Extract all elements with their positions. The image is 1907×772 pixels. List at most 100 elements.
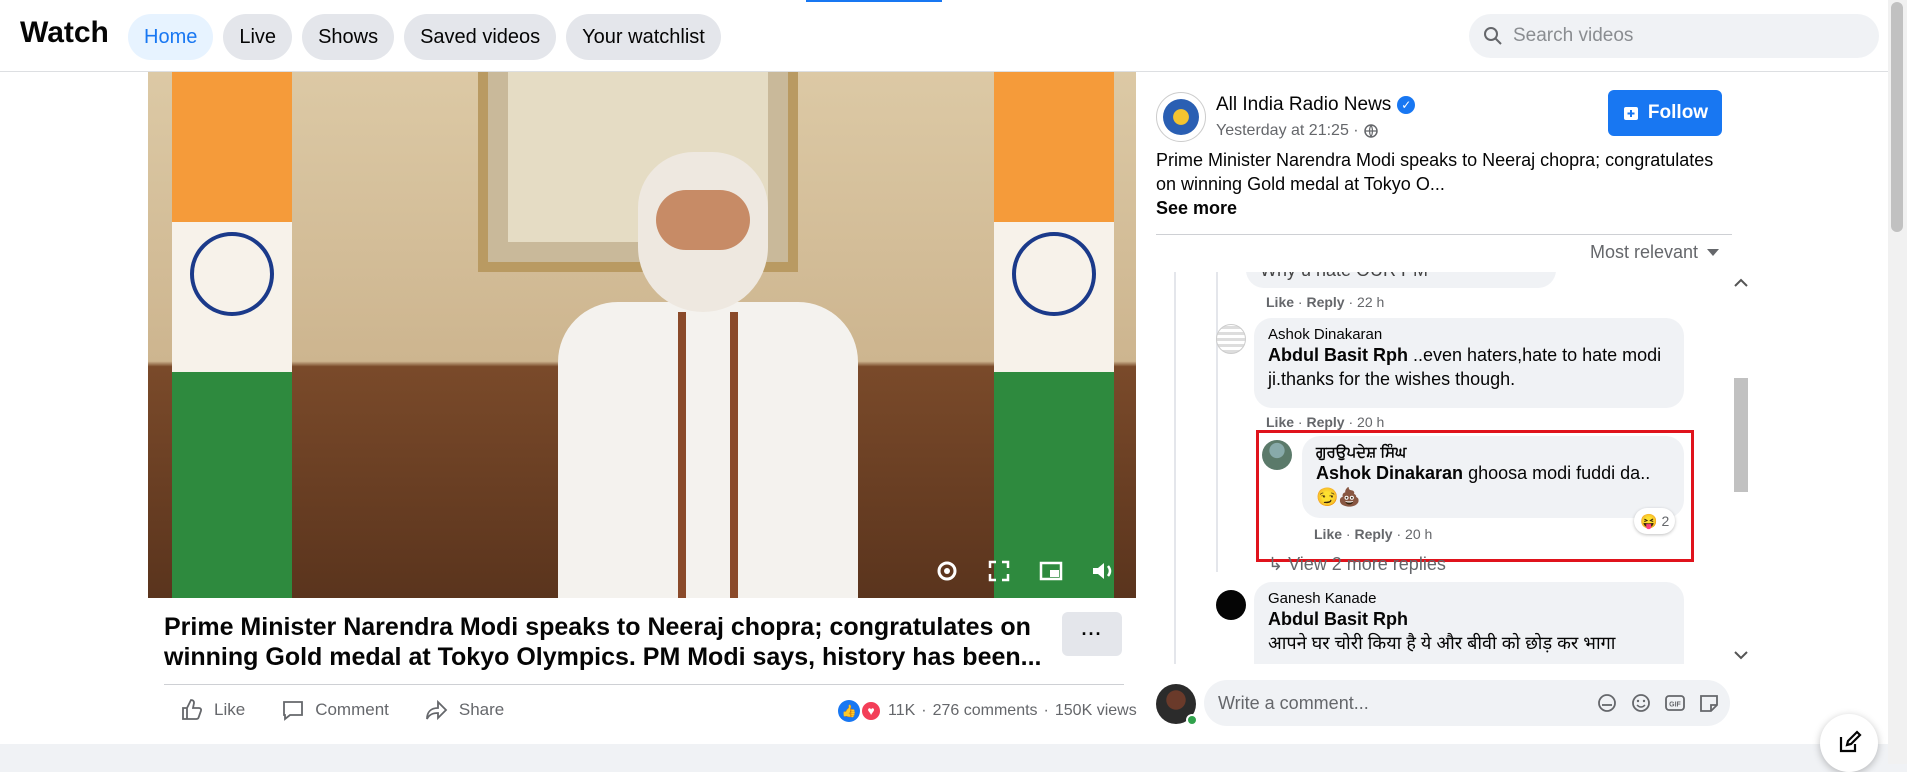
page-name[interactable]: All India Radio News	[1216, 94, 1391, 116]
video-frame-person	[518, 112, 898, 598]
page-scrollbar[interactable]	[1888, 0, 1907, 764]
gif-icon[interactable]: GIF	[1664, 692, 1686, 714]
globe-icon	[1363, 124, 1378, 138]
comment-input-box[interactable]: GIF	[1204, 680, 1730, 726]
like-button[interactable]: Like	[180, 698, 245, 722]
like-link[interactable]: Like	[1266, 294, 1294, 310]
comments-count[interactable]: 276 comments	[933, 702, 1038, 720]
avatar[interactable]	[1216, 590, 1246, 620]
post-panel: All India Radio News ✓ Yesterday at 21:2…	[1156, 72, 1748, 744]
reply-link[interactable]: Reply	[1306, 414, 1344, 430]
settings-icon[interactable]	[934, 558, 960, 584]
comment-input[interactable]	[1218, 692, 1578, 714]
active-indicator	[806, 0, 942, 2]
video-title: Prime Minister Narendra Modi speaks to N…	[164, 613, 1042, 671]
page-title: Watch	[20, 16, 109, 49]
follow-button[interactable]: Follow	[1608, 90, 1722, 136]
thread-line	[1174, 272, 1176, 664]
share-icon	[425, 699, 448, 721]
search-box[interactable]	[1469, 14, 1879, 58]
post-time-row: Yesterday at 21:25 ·	[1216, 122, 1378, 140]
share-button[interactable]: Share	[425, 698, 504, 722]
tab-your-watchlist[interactable]: Your watchlist	[566, 14, 721, 60]
commenter-name[interactable]: Ganesh Kanade	[1268, 590, 1670, 607]
fullscreen-icon[interactable]	[986, 558, 1012, 584]
comment-body: आपने घर चोरी किया है ये और बीवी को छोड़ …	[1268, 633, 1616, 653]
comment-time[interactable]: 20 h	[1357, 414, 1384, 430]
more-options-button[interactable]: ···	[1062, 612, 1122, 656]
volume-icon[interactable]	[1090, 558, 1116, 584]
caret-down-icon	[1707, 248, 1720, 256]
like-link[interactable]: Like	[1266, 414, 1294, 430]
comment-button[interactable]: Comment	[281, 698, 389, 722]
comment-text: Why u hate OUR PM	[1260, 272, 1542, 282]
tab-shows[interactable]: Shows	[302, 14, 395, 60]
video-player[interactable]	[148, 72, 1136, 598]
picture-in-picture-icon[interactable]	[1038, 558, 1064, 584]
thread-line	[1216, 272, 1218, 572]
scroll-down-icon[interactable]	[1730, 648, 1752, 662]
comments-list: Why u hate OUR PM Like · Reply · 22 h As…	[1156, 272, 1752, 664]
comment-bubble: Why u hate OUR PM	[1246, 272, 1556, 288]
reactions-count[interactable]: 11K	[888, 702, 915, 720]
reply-link[interactable]: Reply	[1306, 294, 1344, 310]
avatar[interactable]	[1216, 324, 1246, 354]
search-input[interactable]	[1513, 25, 1853, 47]
like-reaction-icon[interactable]: 👍	[838, 700, 860, 722]
comment-meta: Like · Reply · 20 h	[1266, 414, 1385, 430]
sort-dropdown[interactable]: Most relevant	[1590, 242, 1720, 263]
tab-saved-videos[interactable]: Saved videos	[404, 14, 557, 60]
online-status-icon	[1186, 714, 1198, 726]
thumbs-up-icon	[182, 699, 203, 720]
view-more-replies-link[interactable]: ↳ View 2 more replies	[1268, 554, 1446, 575]
top-bar: Watch Home Live Shows Saved videos Your …	[0, 0, 1888, 72]
sticker-icon[interactable]	[1698, 692, 1720, 714]
video-frame-flag-left	[172, 72, 292, 598]
comment-text: Abdul Basit Rph ..even haters,hate to ha…	[1268, 343, 1670, 391]
like-label: Like	[214, 700, 246, 719]
video-controls	[934, 558, 1116, 584]
post-time[interactable]: Yesterday at 21:25 ·	[1216, 122, 1359, 140]
comments-scrollbar[interactable]	[1730, 272, 1752, 664]
tab-home[interactable]: Home	[128, 14, 214, 60]
tab-live[interactable]: Live	[223, 14, 293, 60]
avatar-sticker-icon[interactable]	[1596, 692, 1618, 714]
post-description: Prime Minister Narendra Modi speaks to N…	[1156, 150, 1714, 194]
comment-time[interactable]: 22 h	[1357, 294, 1384, 310]
love-reaction-icon[interactable]: ♥	[860, 700, 882, 722]
share-label: Share	[458, 700, 505, 719]
stats-separator: ·	[1043, 702, 1049, 719]
composer-icons: GIF	[1596, 692, 1720, 714]
comment-bubble: Ganesh Kanade Abdul Basit Rph आपने घर चो…	[1254, 582, 1684, 664]
stats-separator: ·	[921, 702, 927, 719]
divider	[164, 684, 1124, 685]
sort-label: Most relevant	[1590, 242, 1699, 262]
mention-link[interactable]: Abdul Basit Rph	[1268, 345, 1408, 365]
see-more-link[interactable]: See more	[1156, 198, 1237, 219]
commenter-name[interactable]: Ashok Dinakaran	[1268, 326, 1670, 343]
engagement-stats: 👍 ♥ 11K · 276 comments · 150K views	[838, 700, 1137, 722]
video-title-row: Prime Minister Narendra Modi speaks to N…	[164, 612, 1124, 672]
page-scrollbar-thumb[interactable]	[1891, 2, 1903, 232]
emoji-icon[interactable]	[1630, 692, 1652, 714]
svg-text:GIF: GIF	[1669, 702, 1681, 709]
scroll-up-icon[interactable]	[1730, 276, 1752, 290]
comments-scrollbar-thumb[interactable]	[1734, 378, 1748, 492]
verified-badge-icon: ✓	[1397, 96, 1416, 114]
search-icon	[1484, 27, 1502, 45]
follow-icon	[1623, 107, 1638, 120]
watch-tabs: Home Live Shows Saved videos Your watchl…	[128, 14, 721, 60]
main-content: Prime Minister Narendra Modi speaks to N…	[0, 72, 1888, 744]
compose-icon	[1839, 730, 1862, 753]
comment-meta: Like · Reply · 22 h	[1266, 294, 1385, 310]
view-more-replies-label: View 2 more replies	[1288, 554, 1446, 574]
views-count: 150K views	[1054, 702, 1137, 719]
highlight-box	[1256, 430, 1694, 562]
page-avatar[interactable]	[1156, 92, 1206, 142]
comment-text: Abdul Basit Rph	[1268, 607, 1670, 631]
comment-icon	[283, 701, 304, 721]
mention-link[interactable]: Abdul Basit Rph	[1268, 609, 1408, 629]
comment-bubble: Ashok Dinakaran Abdul Basit Rph ..even h…	[1254, 318, 1684, 408]
new-message-button[interactable]	[1820, 714, 1878, 772]
action-bar: Like Comment Share	[180, 698, 504, 722]
